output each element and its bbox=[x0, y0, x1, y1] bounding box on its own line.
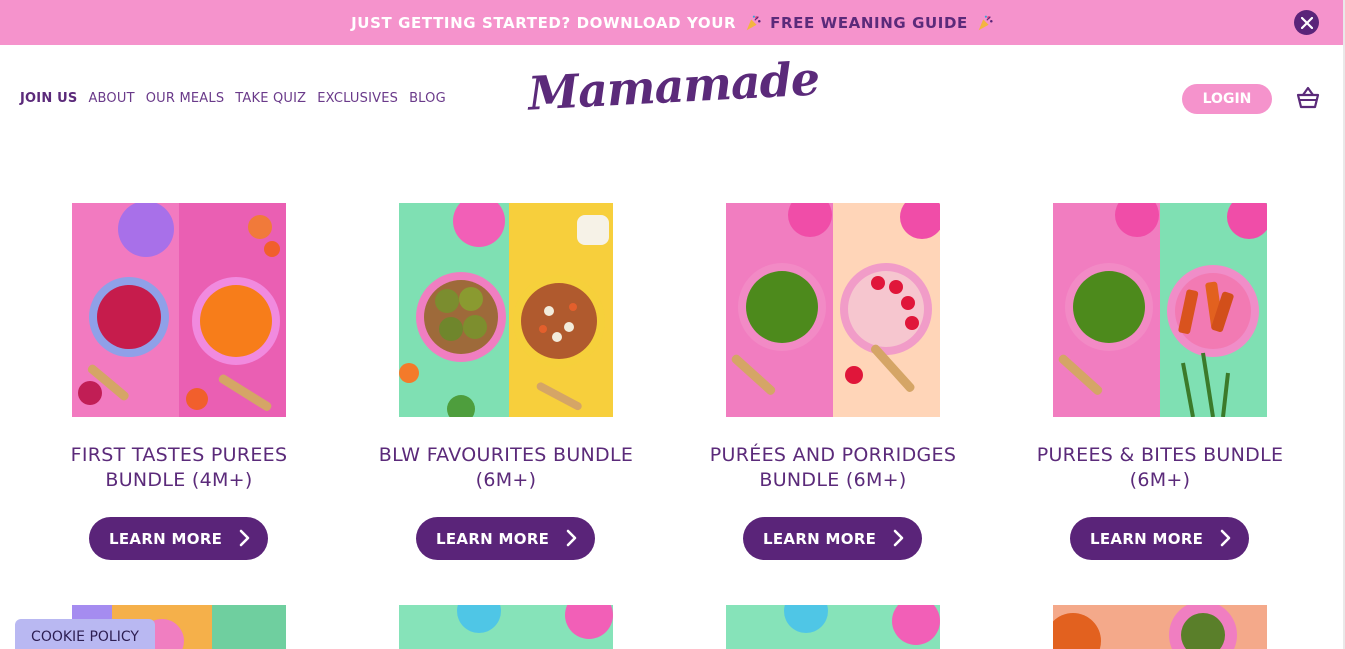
learn-more-button[interactable]: LEARN MORE bbox=[89, 517, 268, 560]
chevron-right-icon bbox=[239, 529, 250, 547]
learn-more-label: LEARN MORE bbox=[763, 529, 877, 548]
weaning-guide-link[interactable]: FREE WEANING GUIDE bbox=[770, 14, 968, 32]
chevron-right-icon bbox=[893, 529, 904, 547]
chevron-right-icon bbox=[1220, 529, 1231, 547]
nav-join-us[interactable]: JOIN US bbox=[20, 91, 77, 106]
site-logo[interactable]: Mamamade bbox=[527, 51, 821, 120]
party-popper-icon bbox=[978, 15, 993, 30]
product-image[interactable] bbox=[726, 605, 940, 649]
cookie-policy-button[interactable]: COOKIE POLICY bbox=[15, 619, 155, 649]
learn-more-label: LEARN MORE bbox=[109, 529, 223, 548]
nav-take-quiz[interactable]: TAKE QUIZ bbox=[235, 91, 306, 106]
close-announcement-button[interactable] bbox=[1294, 10, 1319, 35]
party-popper-icon bbox=[746, 15, 761, 30]
product-title: PURÉES AND PORRIDGES BUNDLE (6M+) bbox=[709, 444, 957, 491]
nav-about[interactable]: ABOUT bbox=[88, 91, 134, 106]
basket-icon[interactable] bbox=[1295, 85, 1321, 111]
announcement-bar: JUST GETTING STARTED? DOWNLOAD YOUR FREE… bbox=[0, 0, 1345, 45]
nav-blog[interactable]: BLOG bbox=[409, 91, 446, 106]
product-image[interactable] bbox=[726, 203, 940, 417]
learn-more-button[interactable]: LEARN MORE bbox=[1070, 517, 1249, 560]
product-title: FIRST TASTES PUREES BUNDLE (4M+) bbox=[70, 444, 288, 491]
product-image[interactable] bbox=[399, 203, 613, 417]
product-image[interactable] bbox=[1053, 203, 1267, 417]
announcement-content[interactable]: JUST GETTING STARTED? DOWNLOAD YOUR FREE… bbox=[351, 14, 994, 32]
product-image[interactable] bbox=[72, 203, 286, 417]
chevron-right-icon bbox=[566, 529, 577, 547]
site-header: JOIN US ABOUT OUR MEALS TAKE QUIZ EXCLUS… bbox=[0, 45, 1345, 155]
product-image[interactable] bbox=[399, 605, 613, 649]
announcement-text: JUST GETTING STARTED? DOWNLOAD YOUR bbox=[351, 13, 737, 32]
learn-more-label: LEARN MORE bbox=[1090, 529, 1204, 548]
product-title: PUREES & BITES BUNDLE (6M+) bbox=[1036, 444, 1284, 491]
product-image[interactable] bbox=[1053, 605, 1267, 649]
nav-our-meals[interactable]: OUR MEALS bbox=[146, 91, 225, 106]
product-title: BLW FAVOURITES BUNDLE (6M+) bbox=[378, 444, 634, 491]
learn-more-button[interactable]: LEARN MORE bbox=[743, 517, 922, 560]
learn-more-label: LEARN MORE bbox=[436, 529, 550, 548]
learn-more-button[interactable]: LEARN MORE bbox=[416, 517, 595, 560]
close-icon bbox=[1300, 16, 1313, 29]
login-button[interactable]: LOGIN bbox=[1182, 84, 1272, 114]
main-nav: JOIN US ABOUT OUR MEALS TAKE QUIZ EXCLUS… bbox=[20, 91, 446, 106]
nav-exclusives[interactable]: EXCLUSIVES bbox=[317, 91, 398, 106]
